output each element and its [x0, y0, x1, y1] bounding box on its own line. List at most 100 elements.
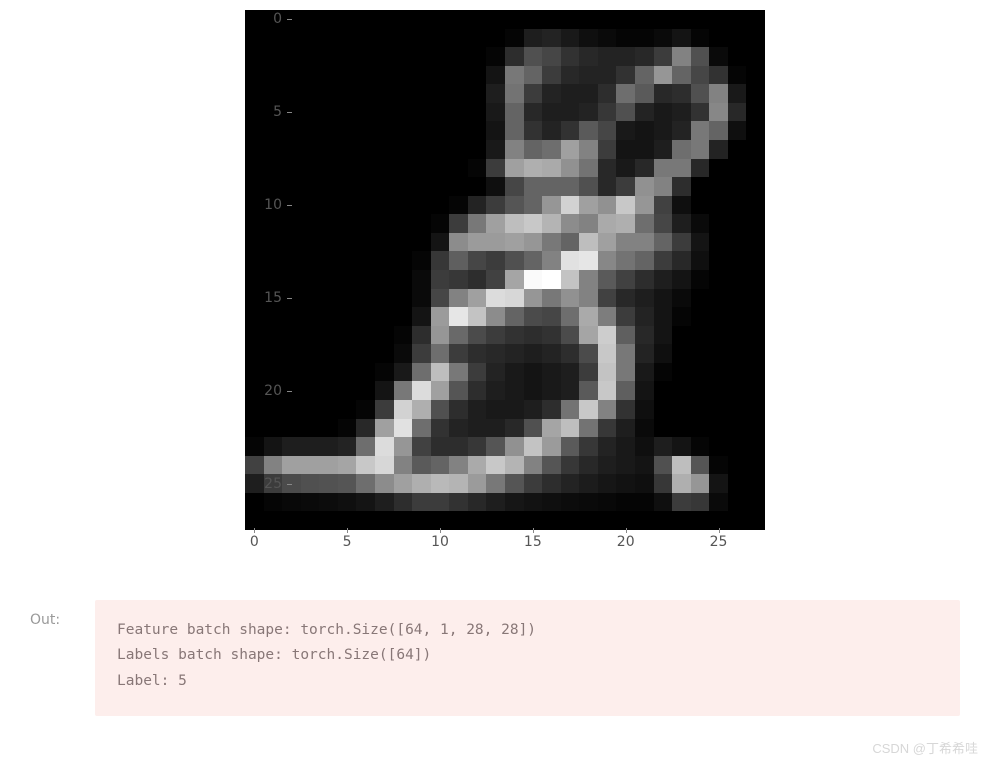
- heatmap-cell: [282, 511, 301, 530]
- heatmap-cell: [616, 66, 635, 85]
- heatmap-cell: [282, 270, 301, 289]
- heatmap-cell: [561, 270, 580, 289]
- heatmap-cell: [542, 437, 561, 456]
- heatmap-cell: [616, 196, 635, 215]
- heatmap-cell: [486, 251, 505, 270]
- heatmap-cell: [728, 381, 747, 400]
- heatmap-cell: [616, 474, 635, 493]
- heatmap-cell: [356, 307, 375, 326]
- heatmap-cell: [486, 511, 505, 530]
- heatmap-cell: [561, 103, 580, 122]
- heatmap-cell: [468, 474, 487, 493]
- heatmap-cell: [709, 177, 728, 196]
- heatmap-cell: [319, 437, 338, 456]
- heatmap-cell: [542, 474, 561, 493]
- heatmap-cell: [412, 381, 431, 400]
- heatmap-cell: [505, 474, 524, 493]
- heatmap-cell: [616, 47, 635, 66]
- heatmap-cell: [375, 196, 394, 215]
- heatmap-cell: [319, 103, 338, 122]
- heatmap-cell: [654, 10, 673, 29]
- heatmap-cell: [524, 270, 543, 289]
- heatmap-cell: [654, 289, 673, 308]
- y-tick-label: 5: [242, 104, 282, 120]
- heatmap-cell: [449, 493, 468, 512]
- heatmap-cell: [486, 103, 505, 122]
- heatmap-cell: [561, 289, 580, 308]
- heatmap-cell: [356, 159, 375, 178]
- y-tick-label: 10: [242, 197, 282, 213]
- heatmap-cell: [375, 493, 394, 512]
- heatmap-cell: [375, 233, 394, 252]
- heatmap-cell: [672, 10, 691, 29]
- heatmap-cell: [412, 326, 431, 345]
- heatmap-cell: [709, 493, 728, 512]
- heatmap-cell: [282, 84, 301, 103]
- heatmap-cell: [301, 289, 320, 308]
- heatmap-cell: [264, 66, 283, 85]
- heatmap-cell: [746, 400, 765, 419]
- heatmap-cell: [728, 29, 747, 48]
- heatmap-cell: [431, 400, 450, 419]
- heatmap-cell: [394, 66, 413, 85]
- heatmap-cell: [245, 400, 264, 419]
- heatmap-cell: [524, 456, 543, 475]
- heatmap-image: [245, 10, 765, 530]
- heatmap-cell: [338, 214, 357, 233]
- heatmap-cell: [412, 307, 431, 326]
- heatmap-cell: [338, 140, 357, 159]
- heatmap-cell: [672, 493, 691, 512]
- heatmap-cell: [412, 270, 431, 289]
- heatmap-cell: [468, 233, 487, 252]
- heatmap-cell: [505, 140, 524, 159]
- heatmap-cell: [579, 140, 598, 159]
- heatmap-cell: [301, 437, 320, 456]
- heatmap-cell: [598, 10, 617, 29]
- heatmap-cell: [561, 344, 580, 363]
- heatmap-cell: [728, 177, 747, 196]
- heatmap-cell: [486, 400, 505, 419]
- heatmap-cell: [691, 10, 710, 29]
- heatmap-cell: [375, 419, 394, 438]
- heatmap-cell: [375, 47, 394, 66]
- heatmap-cell: [505, 307, 524, 326]
- heatmap-cell: [449, 140, 468, 159]
- heatmap-cell: [505, 419, 524, 438]
- heatmap-cell: [746, 437, 765, 456]
- heatmap-cell: [505, 381, 524, 400]
- heatmap-cell: [412, 344, 431, 363]
- heatmap-cell: [319, 233, 338, 252]
- heatmap-cell: [338, 121, 357, 140]
- heatmap-cell: [598, 437, 617, 456]
- heatmap-cell: [486, 196, 505, 215]
- heatmap-cell: [431, 307, 450, 326]
- heatmap-cell: [319, 177, 338, 196]
- heatmap-cell: [394, 233, 413, 252]
- heatmap-cell: [412, 289, 431, 308]
- heatmap-cell: [579, 10, 598, 29]
- heatmap-cell: [245, 233, 264, 252]
- heatmap-cell: [338, 474, 357, 493]
- heatmap-cell: [282, 29, 301, 48]
- heatmap-cell: [505, 159, 524, 178]
- heatmap-cell: [709, 307, 728, 326]
- heatmap-cell: [449, 121, 468, 140]
- heatmap-cell: [709, 270, 728, 289]
- heatmap-cell: [598, 511, 617, 530]
- heatmap-cell: [505, 511, 524, 530]
- heatmap-cell: [542, 493, 561, 512]
- heatmap-cell: [338, 233, 357, 252]
- heatmap-cell: [654, 251, 673, 270]
- heatmap-cell: [319, 214, 338, 233]
- heatmap-cell: [524, 196, 543, 215]
- heatmap-cell: [616, 344, 635, 363]
- heatmap-cell: [486, 47, 505, 66]
- heatmap-cell: [654, 363, 673, 382]
- heatmap-cell: [486, 381, 505, 400]
- heatmap-cell: [282, 400, 301, 419]
- heatmap-cell: [542, 214, 561, 233]
- heatmap-cell: [338, 84, 357, 103]
- heatmap-cell: [449, 307, 468, 326]
- heatmap-cell: [356, 474, 375, 493]
- heatmap-cell: [635, 456, 654, 475]
